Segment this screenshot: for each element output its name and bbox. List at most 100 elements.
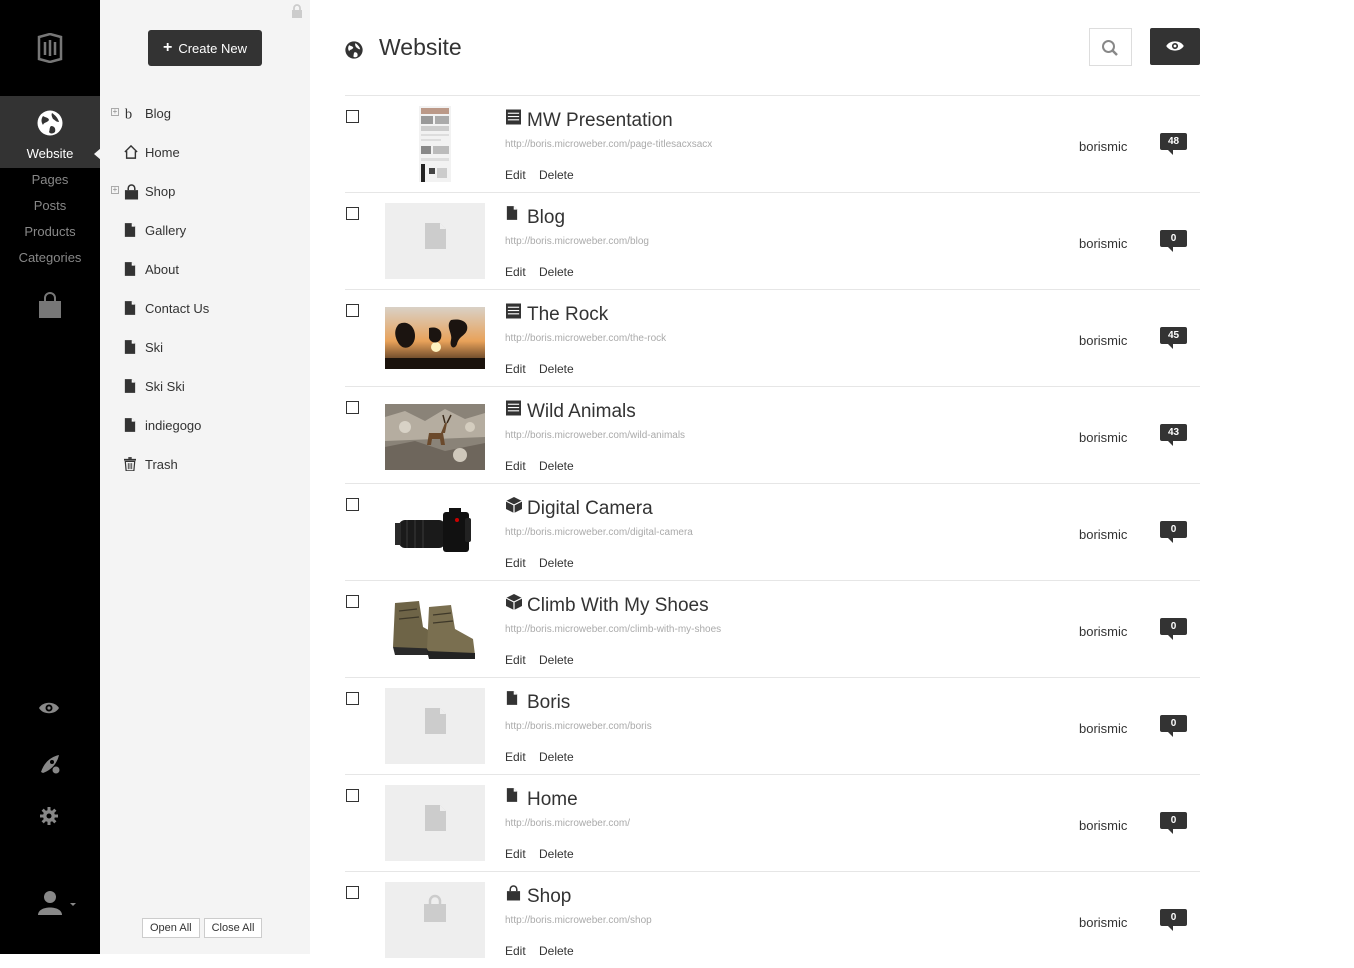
delete-link[interactable]: Delete: [539, 362, 574, 376]
row-checkbox[interactable]: [346, 692, 359, 705]
row-title[interactable]: Climb With My Shoes: [527, 595, 709, 617]
tree-node-trash[interactable]: Trash: [100, 455, 310, 475]
row-thumbnail[interactable]: [385, 106, 485, 182]
row-thumbnail[interactable]: [385, 494, 485, 570]
rocket-icon[interactable]: [38, 753, 62, 775]
edit-link[interactable]: Edit: [505, 556, 526, 570]
row-checkbox[interactable]: [346, 886, 359, 899]
delete-link[interactable]: Delete: [539, 265, 574, 279]
microweber-logo-icon[interactable]: [36, 33, 64, 63]
delete-link[interactable]: Delete: [539, 847, 574, 861]
row-thumbnail[interactable]: [385, 785, 485, 861]
row-thumbnail[interactable]: [385, 882, 485, 958]
edit-link[interactable]: Edit: [505, 362, 526, 376]
gear-icon[interactable]: [38, 805, 60, 827]
comment-count-badge[interactable]: 0: [1160, 909, 1187, 931]
content-row[interactable]: Blog http://boris.microweber.com/blog Edit…: [345, 192, 1200, 289]
row-thumbnail[interactable]: [385, 591, 485, 667]
comment-count-badge[interactable]: 45: [1160, 327, 1187, 349]
search-button[interactable]: [1089, 28, 1132, 66]
content-row[interactable]: Home http://boris.microweber.com/Edit Dele…: [345, 774, 1200, 871]
row-title[interactable]: MW Presentation: [527, 110, 673, 132]
nav-products[interactable]: Products: [0, 224, 100, 239]
view-live-button[interactable]: [1150, 28, 1200, 65]
row-url[interactable]: http://boris.microweber.com/the-rock: [505, 333, 666, 344]
nav-posts[interactable]: Posts: [0, 198, 100, 213]
row-url[interactable]: http://boris.microweber.com/digital-came…: [505, 527, 693, 538]
close-all-button[interactable]: Close All: [203, 918, 263, 938]
row-url[interactable]: http://boris.microweber.com/shop: [505, 915, 652, 926]
create-new-button[interactable]: + Create New: [148, 30, 262, 66]
comment-count-badge[interactable]: 0: [1160, 230, 1187, 252]
eye-icon[interactable]: [38, 700, 60, 716]
tree-node-ski[interactable]: Ski: [100, 338, 310, 358]
comment-count-badge[interactable]: 48: [1160, 133, 1187, 155]
row-checkbox[interactable]: [346, 401, 359, 414]
delete-link[interactable]: Delete: [539, 168, 574, 182]
edit-link[interactable]: Edit: [505, 750, 526, 764]
comment-count-badge[interactable]: 0: [1160, 521, 1187, 543]
row-thumbnail[interactable]: [385, 397, 485, 473]
tree-node-ski-ski[interactable]: Ski Ski: [100, 377, 310, 397]
tree-node-indiegogo[interactable]: indiegogo: [100, 416, 310, 436]
tree-node-blog[interactable]: + b Blog: [100, 104, 310, 124]
open-all-button[interactable]: Open All: [142, 918, 200, 938]
edit-link[interactable]: Edit: [505, 944, 526, 958]
row-thumbnail[interactable]: [385, 688, 485, 764]
row-title[interactable]: Shop: [527, 886, 571, 908]
edit-link[interactable]: Edit: [505, 653, 526, 667]
content-row[interactable]: Wild Animals http://boris.microweber.com/…: [345, 386, 1200, 483]
tree-node-shop[interactable]: + Shop: [100, 182, 310, 202]
content-row[interactable]: MW Presentation http://boris.microweber.c…: [345, 95, 1200, 192]
nav-categories[interactable]: Categories: [0, 250, 100, 265]
row-checkbox[interactable]: [346, 498, 359, 511]
tree-node-about[interactable]: About: [100, 260, 310, 280]
comment-count-badge[interactable]: 0: [1160, 715, 1187, 737]
delete-link[interactable]: Delete: [539, 944, 574, 958]
edit-link[interactable]: Edit: [505, 168, 526, 182]
edit-link[interactable]: Edit: [505, 459, 526, 473]
row-title[interactable]: Wild Animals: [527, 401, 636, 423]
row-checkbox[interactable]: [346, 595, 359, 608]
row-title[interactable]: Boris: [527, 692, 570, 714]
edit-link[interactable]: Edit: [505, 847, 526, 861]
tree-node-contact-us[interactable]: Contact Us: [100, 299, 310, 319]
row-url[interactable]: http://boris.microweber.com/blog: [505, 236, 649, 247]
row-checkbox[interactable]: [346, 304, 359, 317]
delete-link[interactable]: Delete: [539, 653, 574, 667]
comment-count-badge[interactable]: 0: [1160, 618, 1187, 640]
row-url[interactable]: http://boris.microweber.com/wild-animals: [505, 430, 685, 441]
row-url[interactable]: http://boris.microweber.com/: [505, 818, 630, 829]
content-row[interactable]: The Rock http://boris.microweber.com/the-…: [345, 289, 1200, 386]
row-title[interactable]: Digital Camera: [527, 498, 653, 520]
content-row[interactable]: Boris http://boris.microweber.com/boris Ed…: [345, 677, 1200, 774]
row-checkbox[interactable]: [346, 207, 359, 220]
row-title[interactable]: Blog: [527, 207, 565, 229]
shop-bag-icon[interactable]: [38, 292, 62, 318]
nav-pages[interactable]: Pages: [0, 172, 100, 187]
row-url[interactable]: http://boris.microweber.com/page-titlesa…: [505, 139, 712, 150]
user-menu[interactable]: [36, 890, 76, 921]
lock-icon[interactable]: [291, 4, 303, 18]
comment-count-badge[interactable]: 0: [1160, 812, 1187, 834]
row-url[interactable]: http://boris.microweber.com/climb-with-m…: [505, 624, 721, 635]
row-thumbnail[interactable]: [385, 300, 485, 376]
tree-node-gallery[interactable]: Gallery: [100, 221, 310, 241]
tree-node-home[interactable]: Home: [100, 143, 310, 163]
expand-toggle-icon[interactable]: +: [111, 108, 119, 116]
content-row[interactable]: Digital Camera http://boris.microweber.co…: [345, 483, 1200, 580]
row-url[interactable]: http://boris.microweber.com/boris: [505, 721, 652, 732]
comment-count-badge[interactable]: 43: [1160, 424, 1187, 446]
content-row[interactable]: Climb With My Shoes http://boris.microweb…: [345, 580, 1200, 677]
delete-link[interactable]: Delete: [539, 750, 574, 764]
expand-toggle-icon[interactable]: +: [111, 186, 119, 194]
nav-website[interactable]: Website: [0, 96, 101, 168]
content-row[interactable]: Shop http://boris.microweber.com/shop Edit…: [345, 871, 1200, 968]
delete-link[interactable]: Delete: [539, 556, 574, 570]
row-checkbox[interactable]: [346, 789, 359, 802]
delete-link[interactable]: Delete: [539, 459, 574, 473]
row-checkbox[interactable]: [346, 110, 359, 123]
row-title[interactable]: Home: [527, 789, 578, 811]
row-title[interactable]: The Rock: [527, 304, 608, 326]
row-thumbnail[interactable]: [385, 203, 485, 279]
